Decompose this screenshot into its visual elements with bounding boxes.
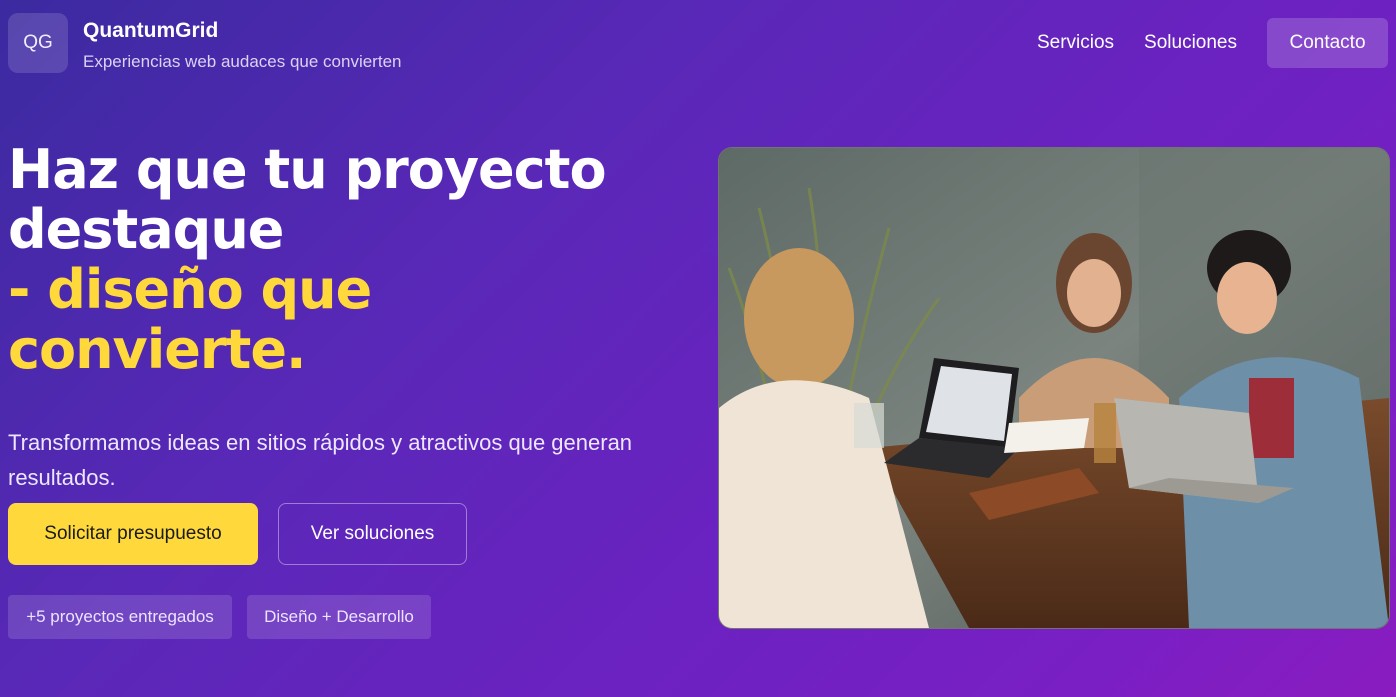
- request-quote-button[interactable]: Solicitar presupuesto: [8, 503, 258, 565]
- site-header: QG QuantumGrid Experiencias web audaces …: [8, 13, 1388, 73]
- hero-highlight-line-2: convierte.: [8, 318, 306, 381]
- brand-tagline: Experiencias web audaces que convierten: [83, 52, 402, 71]
- team-photo: [718, 147, 1390, 629]
- main-nav: Servicios Soluciones Contacto: [1037, 18, 1388, 68]
- hero-title-line-2: destaque: [8, 198, 284, 261]
- hero-title-line-1: Haz que tu proyecto: [8, 138, 607, 201]
- brand-name[interactable]: QuantumGrid: [83, 19, 218, 43]
- logo-text: QG: [23, 32, 53, 53]
- nav-link-servicios[interactable]: Servicios: [1037, 32, 1114, 54]
- projects-delivered-badge: +5 proyectos entregados: [8, 595, 232, 639]
- nav-link-soluciones[interactable]: Soluciones: [1144, 32, 1237, 54]
- logo-badge[interactable]: QG: [8, 13, 68, 73]
- view-solutions-button[interactable]: Ver soluciones: [278, 503, 467, 565]
- hero-subtitle: Transformamos ideas en sitios rápidos y …: [8, 430, 633, 490]
- contact-button[interactable]: Contacto: [1267, 18, 1388, 68]
- hero-title: Haz que tu proyecto destaque - diseño qu…: [8, 140, 688, 380]
- design-development-badge: Diseño + Desarrollo: [247, 595, 431, 639]
- hero-highlight-line-1: - diseño que: [8, 258, 372, 321]
